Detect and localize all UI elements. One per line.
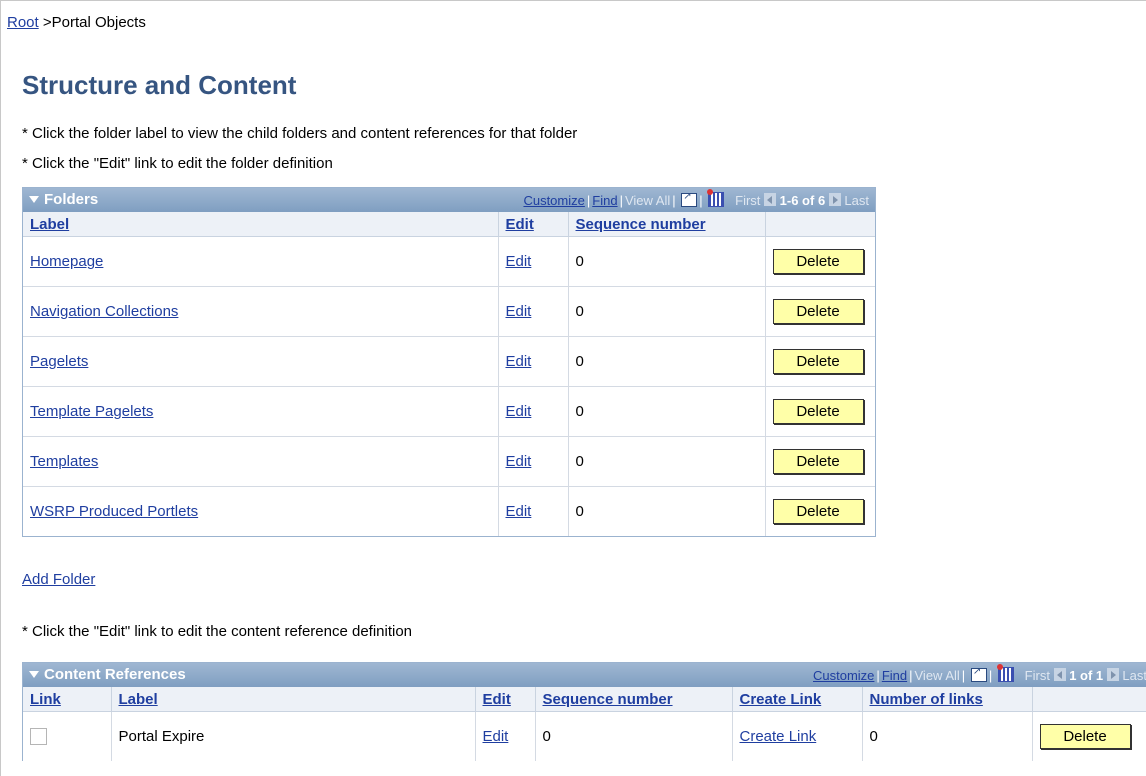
collapse-triangle-icon[interactable] xyxy=(29,195,39,203)
folders-grid-title-wrap[interactable]: Folders xyxy=(29,191,98,208)
download-excel-icon[interactable] xyxy=(996,664,1014,683)
col-edit-header[interactable]: Edit xyxy=(475,687,536,712)
col-create-link-header[interactable]: Create Link xyxy=(732,687,863,712)
sequence-value: 0 xyxy=(568,236,766,287)
find-link[interactable]: Find xyxy=(592,193,617,208)
content-references-grid: Content References Customize | Find | View A… xyxy=(22,662,1146,761)
content-label: Portal Expire xyxy=(111,711,476,761)
col-label-header[interactable]: Label xyxy=(111,687,476,712)
content-grid-nav: Customize|Find|View All| | First 1 of 1 … xyxy=(813,664,1146,684)
sequence-value: 0 xyxy=(535,711,733,761)
delete-button[interactable]: Delete xyxy=(772,449,864,474)
content-grid-title-wrap[interactable]: Content References xyxy=(29,666,186,683)
table-row: WSRP Produced Portlets Edit 0 Delete xyxy=(23,486,875,536)
edit-link[interactable]: Edit xyxy=(506,253,532,270)
col-link-header[interactable]: Link xyxy=(23,687,112,712)
sequence-value: 0 xyxy=(568,286,766,337)
folders-table-header-row: Label Edit Sequence number xyxy=(23,212,875,237)
folder-label-link[interactable]: Navigation Collections xyxy=(30,303,178,320)
view-all-link: View All xyxy=(914,668,960,683)
delete-button[interactable]: Delete xyxy=(772,299,864,324)
first-link: First xyxy=(735,193,761,208)
next-arrow-icon xyxy=(1106,668,1119,682)
last-link: Last xyxy=(1122,668,1146,683)
delete-button[interactable]: Delete xyxy=(772,399,864,424)
window-border-top xyxy=(0,0,1146,1)
folder-label-link[interactable]: WSRP Produced Portlets xyxy=(30,503,198,520)
edit-link[interactable]: Edit xyxy=(506,303,532,320)
delete-button[interactable]: Delete xyxy=(772,349,864,374)
col-sequence-header[interactable]: Sequence number xyxy=(568,212,766,237)
breadcrumb: Root >Portal Objects xyxy=(7,14,146,31)
customize-link[interactable]: Customize xyxy=(813,668,874,683)
add-folder-link[interactable]: Add Folder xyxy=(22,571,95,588)
instruction-folder-edit: * Click the "Edit" link to edit the fold… xyxy=(22,155,333,172)
col-action-header xyxy=(1032,687,1146,712)
edit-link[interactable]: Edit xyxy=(506,503,532,520)
folder-label-link[interactable]: Template Pagelets xyxy=(30,403,153,420)
customize-link[interactable]: Customize xyxy=(523,193,584,208)
col-edit-header[interactable]: Edit xyxy=(498,212,569,237)
content-table-header-row: Link Label Edit Sequence number Create L… xyxy=(23,687,1146,712)
folder-label-link[interactable]: Homepage xyxy=(30,253,103,270)
instruction-content-edit: * Click the "Edit" link to edit the cont… xyxy=(22,623,413,640)
link-checkbox[interactable] xyxy=(30,728,47,746)
table-row: Templates Edit 0 Delete xyxy=(23,436,875,487)
folder-label-link[interactable]: Pagelets xyxy=(30,353,88,370)
content-grid-header: Content References Customize | Find | View A… xyxy=(23,663,1146,687)
next-arrow-icon xyxy=(828,193,841,207)
edit-link[interactable]: Edit xyxy=(506,353,532,370)
content-grid-title: Content References xyxy=(44,666,186,683)
row-range: 1-6 of 6 xyxy=(779,193,826,208)
sequence-value: 0 xyxy=(568,386,766,437)
table-row: Navigation Collections Edit 0 Delete xyxy=(23,286,875,337)
col-sequence-header[interactable]: Sequence number xyxy=(535,687,733,712)
folders-table: Label Edit Sequence number Homepage Edit… xyxy=(23,212,875,536)
sequence-value: 0 xyxy=(568,336,766,387)
previous-arrow-icon xyxy=(764,193,777,207)
first-link: First xyxy=(1024,668,1050,683)
col-label-header[interactable]: Label xyxy=(23,212,499,237)
sequence-value: 0 xyxy=(568,486,766,536)
table-row: Portal Expire Edit 0 Create Link 0 Delet… xyxy=(23,711,1146,761)
row-range: 1 of 1 xyxy=(1069,668,1104,683)
edit-link[interactable]: Edit xyxy=(483,728,509,745)
folder-label-link[interactable]: Templates xyxy=(30,453,98,470)
instruction-folder-label: * Click the folder label to view the chi… xyxy=(22,125,578,142)
col-number-of-links-header[interactable]: Number of links xyxy=(862,687,1033,712)
delete-button[interactable]: Delete xyxy=(772,499,864,524)
breadcrumb-separator: > xyxy=(42,14,52,31)
table-row: Homepage Edit 0 Delete xyxy=(23,236,875,287)
number-of-links-value: 0 xyxy=(862,711,1033,761)
page-title: Structure and Content xyxy=(22,70,297,100)
create-link-link[interactable]: Create Link xyxy=(740,728,817,745)
table-row: Pagelets Edit 0 Delete xyxy=(23,336,875,387)
previous-arrow-icon xyxy=(1053,668,1066,682)
breadcrumb-root-link[interactable]: Root xyxy=(7,14,39,31)
edit-link[interactable]: Edit xyxy=(506,403,532,420)
folders-grid-nav: Customize|Find|View All| | First 1-6 of … xyxy=(523,189,869,209)
table-row: Template Pagelets Edit 0 Delete xyxy=(23,386,875,437)
download-excel-icon[interactable] xyxy=(707,189,725,208)
last-link: Last xyxy=(844,193,869,208)
edit-link[interactable]: Edit xyxy=(506,453,532,470)
zoom-grid-icon[interactable] xyxy=(681,191,698,207)
find-link[interactable]: Find xyxy=(882,668,907,683)
collapse-triangle-icon[interactable] xyxy=(29,670,39,678)
folders-grid-title: Folders xyxy=(44,191,99,208)
delete-button[interactable]: Delete xyxy=(772,249,864,274)
view-all-link: View All xyxy=(624,193,671,208)
col-action-header xyxy=(765,212,875,237)
folders-grid-header: Folders Customize|Find|View All| | First… xyxy=(23,188,875,212)
sequence-value: 0 xyxy=(568,436,766,487)
content-references-table: Link Label Edit Sequence number Create L… xyxy=(23,687,1146,761)
breadcrumb-current: Portal Objects xyxy=(51,14,146,31)
window-border-left xyxy=(0,0,1,776)
delete-button[interactable]: Delete xyxy=(1039,724,1131,749)
zoom-grid-icon[interactable] xyxy=(970,666,987,682)
folders-grid: Folders Customize|Find|View All| | First… xyxy=(22,187,876,537)
